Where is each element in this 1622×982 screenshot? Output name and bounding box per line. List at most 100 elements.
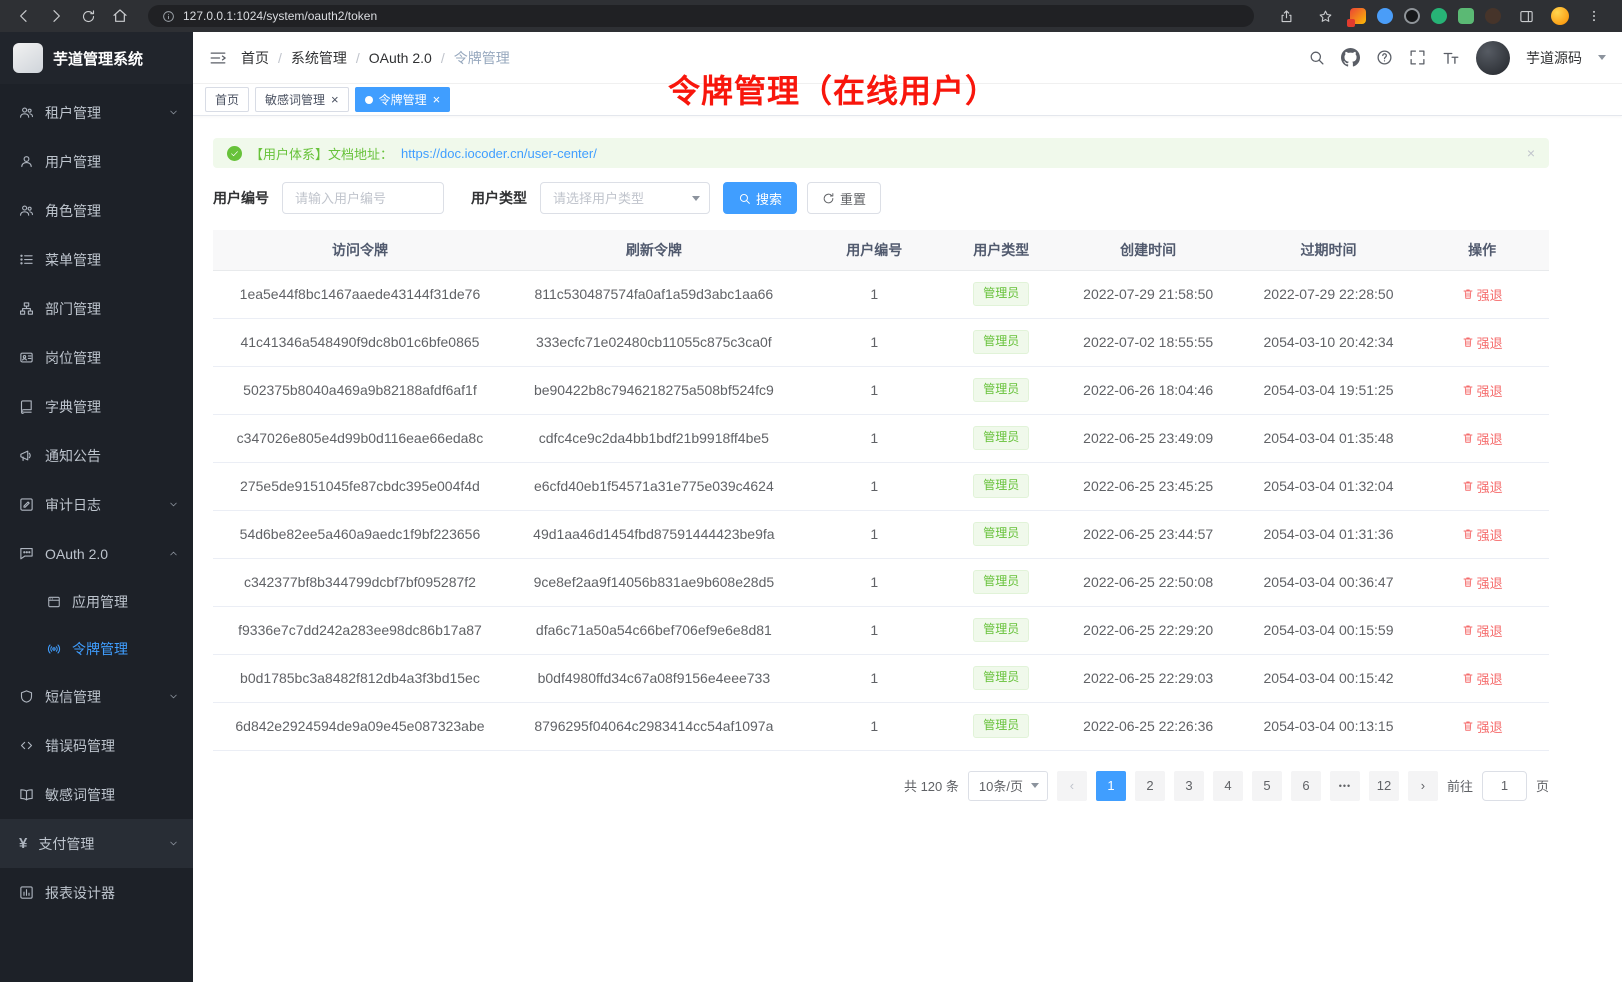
sidebar-item-label: 通知公告	[45, 446, 101, 466]
fullscreen-icon[interactable]	[1409, 49, 1426, 66]
col-access-token: 访问令牌	[213, 230, 507, 270]
role-icon	[19, 203, 34, 218]
force-logout-button[interactable]: 强退	[1462, 573, 1503, 592]
sidebar-item-role[interactable]: 角色管理	[0, 186, 193, 235]
close-icon[interactable]	[331, 93, 339, 107]
page-info-icon[interactable]	[160, 8, 176, 24]
font-size-icon[interactable]	[1442, 49, 1460, 67]
extension-icon-4[interactable]	[1431, 8, 1447, 24]
back-icon[interactable]	[10, 4, 38, 28]
reload-icon[interactable]	[74, 4, 102, 28]
sidebar-item-oauth-apps[interactable]: 应用管理	[0, 578, 193, 625]
sidebar-item-post[interactable]: 岗位管理	[0, 333, 193, 382]
page-button-3[interactable]: 3	[1174, 771, 1204, 801]
sidebar-item-notice[interactable]: 通知公告	[0, 431, 193, 480]
sidebar-item-error-code[interactable]: 错误码管理	[0, 721, 193, 770]
browser-menu-icon[interactable]	[1580, 4, 1608, 28]
search-button[interactable]: 搜索	[723, 182, 797, 214]
select-caret-icon	[1031, 783, 1039, 788]
open-book-icon	[19, 787, 34, 802]
close-icon[interactable]	[433, 93, 441, 107]
force-logout-button[interactable]: 强退	[1462, 285, 1503, 304]
page-button-5[interactable]: 5	[1252, 771, 1282, 801]
tab-home[interactable]: 首页	[205, 87, 249, 112]
doc-link[interactable]: https://doc.iocoder.cn/user-center/	[401, 146, 597, 161]
user-type-select[interactable]	[540, 182, 710, 214]
expire-time-cell: 2054-03-04 19:51:25	[1242, 366, 1416, 414]
sidebar-item-menu[interactable]: 菜单管理	[0, 235, 193, 284]
sidebar-item-sensitive-words[interactable]: 敏感词管理	[0, 770, 193, 819]
next-page-button[interactable]: ›	[1408, 771, 1438, 801]
user-type-select-input[interactable]	[540, 182, 710, 214]
bookmark-star-icon[interactable]	[1311, 4, 1339, 28]
sidebar-item-user[interactable]: 用户管理	[0, 137, 193, 186]
extension-icon-3[interactable]	[1404, 8, 1420, 24]
sidebar-item-oauth-token[interactable]: 令牌管理	[0, 625, 193, 672]
forward-icon[interactable]	[42, 4, 70, 28]
sidebar-item-dept[interactable]: 部门管理	[0, 284, 193, 333]
force-logout-button[interactable]: 强退	[1462, 477, 1503, 496]
user-menu-caret-icon[interactable]	[1598, 55, 1606, 60]
page-button-1[interactable]: 1	[1096, 771, 1126, 801]
url-text[interactable]: 127.0.0.1:1024/system/oauth2/token	[183, 9, 377, 23]
extension-icon-2[interactable]	[1377, 8, 1393, 24]
extension-icon-1[interactable]	[1350, 8, 1366, 24]
address-bar[interactable]: 127.0.0.1:1024/system/oauth2/token	[148, 5, 1254, 27]
user-type-cell: 管理员	[948, 270, 1055, 318]
github-icon[interactable]	[1341, 48, 1360, 67]
sidebar-item-label: 报表设计器	[45, 883, 115, 903]
home-icon[interactable]	[106, 4, 134, 28]
user-type-label: 用户类型	[471, 188, 527, 208]
sidebar-fold-icon[interactable]	[209, 49, 227, 67]
user-id-cell: 1	[801, 318, 948, 366]
force-logout-button[interactable]: 强退	[1462, 669, 1503, 688]
reset-button[interactable]: 重置	[807, 182, 881, 214]
side-panel-icon[interactable]	[1512, 4, 1540, 28]
page-button-4[interactable]: 4	[1213, 771, 1243, 801]
sidebar-item-audit-log[interactable]: 审计日志	[0, 480, 193, 529]
extension-icon-6[interactable]	[1485, 8, 1501, 24]
tab-sensitive-words[interactable]: 敏感词管理	[255, 87, 349, 112]
page-button-6[interactable]: 6	[1291, 771, 1321, 801]
sidebar-item-report-designer[interactable]: 报表设计器	[0, 868, 193, 917]
alert-text: 【用户体系】文档地址：	[250, 144, 393, 163]
force-logout-label: 强退	[1477, 717, 1503, 736]
prev-page-button[interactable]: ‹	[1057, 771, 1087, 801]
force-logout-button[interactable]: 强退	[1462, 381, 1503, 400]
action-cell: 强退	[1415, 318, 1549, 366]
search-icon[interactable]	[1308, 49, 1325, 66]
sidebar-item-payment[interactable]: ¥ 支付管理	[0, 819, 193, 868]
force-logout-button[interactable]: 强退	[1462, 429, 1503, 448]
more-pages-button[interactable]: •••	[1330, 771, 1360, 801]
profile-avatar-icon[interactable]	[1551, 7, 1569, 25]
sidebar-item-sms[interactable]: 短信管理	[0, 672, 193, 721]
goto-page-input[interactable]	[1482, 771, 1527, 801]
page-button-2[interactable]: 2	[1135, 771, 1165, 801]
tab-token[interactable]: 令牌管理	[355, 87, 451, 112]
sidebar-item-oauth[interactable]: OAuth 2.0	[0, 529, 193, 578]
page-size-select[interactable]: 10条/页	[968, 771, 1048, 801]
username[interactable]: 芋道源码	[1526, 48, 1582, 68]
force-logout-button[interactable]: 强退	[1462, 621, 1503, 640]
user-type-cell: 管理员	[948, 558, 1055, 606]
page-button-12[interactable]: 12	[1369, 771, 1399, 801]
help-icon[interactable]	[1376, 49, 1393, 66]
user-avatar[interactable]	[1476, 41, 1510, 75]
breadcrumb-item[interactable]: 系统管理	[291, 48, 369, 68]
force-logout-button[interactable]: 强退	[1462, 525, 1503, 544]
user-id-cell: 1	[801, 558, 948, 606]
user-id-cell: 1	[801, 414, 948, 462]
refresh-token-cell: e6cfd40eb1f54571a31e775e039c4624	[507, 462, 801, 510]
breadcrumb-item[interactable]: OAuth 2.0	[369, 50, 454, 66]
created-time-cell: 2022-07-29 21:58:50	[1055, 270, 1242, 318]
sidebar-item-dict[interactable]: 字典管理	[0, 382, 193, 431]
user-id-input[interactable]	[282, 182, 444, 214]
force-logout-button[interactable]: 强退	[1462, 333, 1503, 352]
sidebar-item-tenant[interactable]: 租户管理	[0, 88, 193, 137]
extension-icon-5[interactable]	[1458, 8, 1474, 24]
alert-close-icon[interactable]	[1527, 145, 1535, 161]
breadcrumb-item[interactable]: 首页	[241, 48, 291, 68]
share-icon[interactable]	[1272, 4, 1300, 28]
force-logout-button[interactable]: 强退	[1462, 717, 1503, 736]
action-cell: 强退	[1415, 270, 1549, 318]
